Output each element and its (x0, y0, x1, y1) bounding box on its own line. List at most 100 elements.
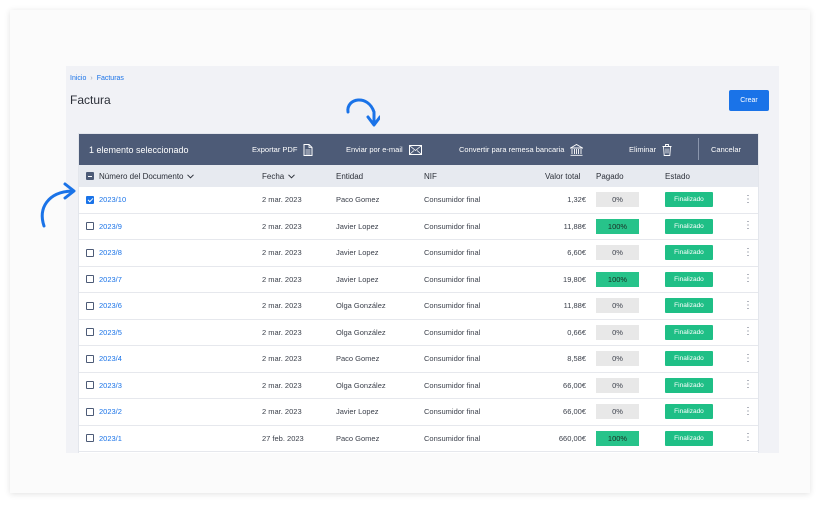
create-button[interactable]: Crear (729, 90, 769, 111)
row-total: 6,60€ (567, 248, 586, 258)
row-entity: Javier Lopez (336, 407, 379, 417)
bulk-action-bar: 1 elemento seleccionado Exportar PDF Env… (79, 134, 758, 165)
row-checkbox[interactable] (86, 301, 94, 310)
table-row[interactable]: 2023/4 2 mar. 2023 Paco Gomez Consumidor… (79, 346, 758, 373)
breadcrumb-home[interactable]: Inicio (70, 75, 86, 82)
row-nif: Consumidor final (424, 248, 481, 258)
document-number-link[interactable]: 2023/5 (99, 328, 122, 337)
row-date: 2 mar. 2023 (262, 407, 302, 417)
paid-badge: 100% (596, 271, 639, 287)
table-row[interactable]: 2023/2 2 mar. 2023 Javier Lopez Consumid… (79, 399, 758, 426)
row-date: 2 mar. 2023 (262, 221, 302, 231)
status-badge: Finalizado (665, 271, 713, 287)
bank-icon (570, 143, 584, 156)
breadcrumb-current[interactable]: Facturas (97, 75, 124, 82)
curved-arrow-icon (40, 182, 76, 228)
row-checkbox[interactable] (86, 328, 94, 337)
document-number-link[interactable]: 2023/4 (99, 354, 122, 363)
more-vertical-icon[interactable]: ⋮ (743, 194, 753, 205)
table-row[interactable]: 2023/7 2 mar. 2023 Javier Lopez Consumid… (79, 267, 758, 293)
row-entity: Javier Lopez (336, 221, 379, 231)
row-nif: Consumidor final (424, 433, 481, 443)
status-badge: Finalizado (665, 324, 713, 340)
document-number-link[interactable]: 2023/9 (99, 222, 122, 231)
more-vertical-icon[interactable]: ⋮ (743, 353, 753, 364)
row-checkbox[interactable] (86, 222, 94, 231)
document-number-link[interactable]: 2023/2 (99, 407, 122, 416)
breadcrumb-separator: › (90, 75, 93, 82)
convert-remittance-button[interactable]: Convertir para remesa bancaria (459, 143, 584, 156)
trash-icon (662, 143, 672, 156)
row-checkbox[interactable] (86, 195, 94, 204)
document-number-link[interactable]: 2023/1 (99, 434, 122, 443)
column-header-document[interactable]: Número del Documento (99, 172, 195, 181)
column-header-date[interactable]: Fecha (262, 171, 296, 181)
breadcrumb: Inicio › Facturas (70, 75, 124, 82)
document-number-link[interactable]: 2023/3 (99, 381, 122, 390)
document-number-link[interactable]: 2023/7 (99, 275, 122, 284)
row-date: 2 mar. 2023 (262, 274, 302, 284)
export-pdf-label: Exportar PDF (252, 145, 298, 154)
column-date-label: Fecha (262, 171, 285, 181)
row-total: 66,00€ (563, 380, 586, 390)
row-nif: Consumidor final (424, 221, 481, 231)
column-header-paid[interactable]: Pagado (596, 172, 624, 181)
row-checkbox[interactable] (86, 275, 94, 284)
row-entity: Paco Gomez (336, 433, 380, 443)
table-row[interactable]: 2023/8 2 mar. 2023 Javier Lopez Consumid… (79, 240, 758, 267)
paid-badge: 0% (596, 324, 639, 340)
status-badge: Finalizado (665, 377, 713, 393)
more-vertical-icon[interactable]: ⋮ (743, 380, 753, 390)
more-vertical-icon[interactable]: ⋮ (743, 406, 753, 417)
export-pdf-button[interactable]: Exportar PDF (252, 143, 313, 156)
convert-remittance-label: Convertir para remesa bancaria (459, 145, 565, 154)
more-vertical-icon[interactable]: ⋮ (743, 300, 753, 311)
paid-badge: 0% (596, 404, 639, 420)
document-number-link[interactable]: 2023/8 (99, 248, 122, 257)
row-checkbox[interactable] (86, 354, 94, 363)
document-number-link[interactable]: 2023/10 (99, 195, 126, 204)
table-header: Número del Documento Fecha Entidad NIF V… (79, 165, 758, 187)
row-checkbox[interactable] (86, 434, 94, 443)
row-entity: Olga González (336, 327, 386, 337)
column-header-total[interactable]: Valor total (545, 172, 580, 181)
row-checkbox[interactable] (86, 381, 94, 390)
row-date: 2 mar. 2023 (262, 380, 302, 390)
delete-label: Eliminar (629, 145, 657, 154)
row-checkbox[interactable] (86, 248, 94, 257)
row-nif: Consumidor final (424, 354, 481, 364)
table-row[interactable]: 2023/1 27 feb. 2023 Paco Gomez Consumido… (79, 426, 758, 452)
status-badge: Finalizado (665, 404, 713, 420)
row-total: 660,00€ (558, 433, 586, 443)
table-row[interactable]: 2023/6 2 mar. 2023 Olga González Consumi… (79, 293, 758, 320)
row-checkbox[interactable] (86, 407, 94, 416)
page-title: Factura (70, 93, 111, 107)
column-header-nif[interactable]: NIF (424, 172, 437, 181)
table-row[interactable]: 2023/5 2 mar. 2023 Olga González Consumi… (79, 320, 758, 346)
status-badge: Finalizado (665, 298, 713, 314)
row-nif: Consumidor final (424, 327, 481, 337)
paid-badge: 0% (596, 377, 639, 393)
delete-button[interactable]: Eliminar (629, 143, 672, 156)
more-vertical-icon[interactable]: ⋮ (743, 274, 753, 284)
row-date: 2 mar. 2023 (262, 327, 302, 337)
invoice-app: Inicio › Facturas Factura Crear 1 elemen… (66, 66, 779, 453)
more-vertical-icon[interactable]: ⋮ (743, 221, 753, 231)
table-row[interactable]: 2023/10 2 mar. 2023 Paco Gomez Consumido… (79, 187, 758, 214)
more-vertical-icon[interactable]: ⋮ (743, 327, 753, 337)
more-vertical-icon[interactable]: ⋮ (743, 247, 753, 258)
selected-count: 1 elemento seleccionado (89, 144, 189, 155)
status-badge: Finalizado (665, 218, 713, 234)
more-vertical-icon[interactable]: ⋮ (743, 433, 753, 443)
row-date: 2 mar. 2023 (262, 354, 302, 364)
actionbar-divider (698, 138, 699, 160)
table-row[interactable]: 2023/9 2 mar. 2023 Javier Lopez Consumid… (79, 214, 758, 240)
cancel-button[interactable]: Cancelar (711, 145, 741, 154)
table-row[interactable]: 2023/3 2 mar. 2023 Olga González Consumi… (79, 373, 758, 399)
select-all-checkbox[interactable] (86, 172, 94, 180)
document-number-link[interactable]: 2023/6 (99, 301, 122, 310)
send-email-button[interactable]: Enviar por e-mail (346, 144, 422, 155)
column-header-entity[interactable]: Entidad (336, 172, 363, 181)
row-total: 0,66€ (567, 327, 586, 337)
column-header-status[interactable]: Estado (665, 172, 690, 181)
